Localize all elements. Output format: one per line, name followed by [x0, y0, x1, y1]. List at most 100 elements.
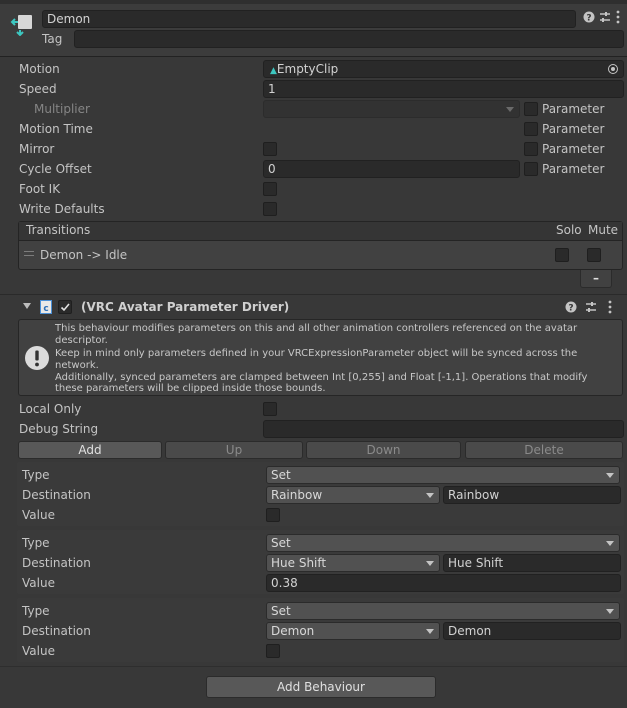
entry-2-destination-field[interactable]: Hue Shift: [443, 554, 621, 572]
motion-field[interactable]: ▲EmptyClip: [263, 60, 624, 78]
presets-icon[interactable]: [599, 11, 611, 26]
header-divider: [0, 56, 627, 57]
driver-header[interactable]: c (VRC Avatar Parameter Driver) ?: [18, 297, 623, 317]
info-line-2: Keep in mind only parameters defined in …: [55, 348, 578, 371]
driver-menu-icon[interactable]: [608, 300, 612, 317]
debug-string-field[interactable]: [263, 420, 624, 438]
svg-text:?: ?: [568, 304, 573, 314]
mirror-parameter-label: Parameter: [542, 142, 605, 156]
entry-1-destination-dropdown[interactable]: Rainbow: [266, 486, 440, 504]
multiplier-dropdown: [263, 100, 520, 118]
transitions-header: [19, 222, 622, 241]
object-picker-icon[interactable]: [607, 63, 619, 77]
tag-field[interactable]: [74, 30, 624, 48]
animation-clip-icon: ▲: [270, 66, 277, 76]
mirror-checkbox[interactable]: [263, 142, 277, 156]
driver-title: (VRC Avatar Parameter Driver): [81, 300, 290, 314]
cycle-offset-parameter-checkbox[interactable]: [524, 162, 538, 176]
entry-2-type-label: Type: [22, 536, 50, 550]
motion-value: EmptyClip: [276, 62, 339, 76]
chevron-down-icon: [506, 107, 514, 112]
chevron-down-icon: [426, 493, 434, 498]
transition-label: Demon -> Idle: [40, 248, 128, 262]
state-name-field[interactable]: Demon: [42, 10, 576, 28]
entry-2-value-label: Value: [22, 576, 55, 590]
section-divider: [0, 294, 627, 295]
multiplier-parameter-label: Parameter: [542, 102, 605, 116]
entry-1-destination-value: Rainbow: [271, 488, 323, 502]
motion-time-label: Motion Time: [19, 122, 93, 136]
driver-presets-icon[interactable]: [585, 301, 597, 316]
motion-time-parameter-label: Parameter: [542, 122, 605, 136]
entry-3-type-dropdown[interactable]: Set: [266, 602, 620, 620]
multiplier-parameter-checkbox[interactable]: [524, 102, 538, 116]
entry-2-type-dropdown[interactable]: Set: [266, 534, 620, 552]
svg-text:c: c: [43, 304, 48, 314]
multiplier-label: Multiplier: [34, 102, 90, 116]
transition-row[interactable]: Demon -> Idle: [19, 242, 622, 268]
entry-3-destination-dropdown[interactable]: Demon: [266, 622, 440, 640]
info-line-1: This behaviour modifies parameters on th…: [55, 323, 578, 346]
mirror-parameter-checkbox[interactable]: [524, 142, 538, 156]
entry-2-destination-label: Destination: [22, 556, 91, 570]
delete-button[interactable]: Delete: [465, 441, 623, 459]
debug-string-label: Debug String: [19, 422, 99, 436]
transition-solo-checkbox[interactable]: [555, 248, 569, 262]
transition-mute-checkbox[interactable]: [587, 248, 601, 262]
chevron-down-icon: [606, 473, 614, 478]
mirror-label: Mirror: [19, 142, 55, 156]
add-button[interactable]: Add: [18, 441, 162, 459]
enable-checkbox[interactable]: [58, 300, 72, 314]
entry-2-value-field[interactable]: 0.38: [266, 574, 621, 592]
entry-1-value-checkbox[interactable]: [266, 508, 280, 522]
speed-field[interactable]: 1: [263, 80, 624, 98]
motion-label: Motion: [19, 62, 60, 76]
tag-label: Tag: [42, 32, 63, 46]
entry-3-value-label: Value: [22, 644, 55, 658]
solo-header-label: Solo: [556, 223, 582, 237]
top-tab-strip: [0, 0, 627, 4]
entry-1-type-dropdown[interactable]: Set: [266, 466, 620, 484]
entry-3-destination-label: Destination: [22, 624, 91, 638]
chevron-down-icon: [606, 609, 614, 614]
entry-2-type-value: Set: [271, 536, 291, 550]
up-button[interactable]: Up: [165, 441, 303, 459]
footer-divider: [0, 666, 627, 667]
remove-transition-button[interactable]: –: [580, 270, 612, 288]
entry-2-destination-dropdown[interactable]: Hue Shift: [266, 554, 440, 572]
entry-3-value-checkbox[interactable]: [266, 644, 280, 658]
entry-3-destination-field[interactable]: Demon: [443, 622, 621, 640]
chevron-down-icon: [606, 541, 614, 546]
local-only-label: Local Only: [19, 402, 82, 416]
entry-3-type-value: Set: [271, 604, 291, 618]
driver-help-icon[interactable]: ?: [565, 301, 577, 316]
entry-3-type-label: Type: [22, 604, 50, 618]
write-defaults-checkbox[interactable]: [263, 202, 277, 216]
write-defaults-label: Write Defaults: [19, 202, 105, 216]
chevron-down-icon: [426, 561, 434, 566]
entry-1-value-label: Value: [22, 508, 55, 522]
mute-header-label: Mute: [588, 223, 619, 237]
info-icon: [24, 345, 50, 374]
svg-text:?: ?: [586, 14, 591, 24]
add-behaviour-button[interactable]: Add Behaviour: [206, 676, 436, 698]
script-icon: c: [40, 300, 53, 317]
entry-1-destination-label: Destination: [22, 488, 91, 502]
drag-handle-icon[interactable]: [24, 251, 34, 256]
entry-3-destination-value: Demon: [271, 624, 315, 638]
menu-icon[interactable]: [616, 10, 620, 27]
info-box: This behaviour modifies parameters on th…: [18, 319, 623, 396]
entry-1-destination-field[interactable]: Rainbow: [443, 486, 621, 504]
local-only-checkbox[interactable]: [263, 402, 277, 416]
help-icon[interactable]: ?: [583, 11, 595, 26]
motion-time-parameter-checkbox[interactable]: [524, 122, 538, 136]
foot-ik-label: Foot IK: [19, 182, 61, 196]
entry-2-destination-value: Hue Shift: [271, 556, 327, 570]
transitions-header-label: Transitions: [26, 223, 91, 237]
entry-1-type-label: Type: [22, 468, 50, 482]
foot-ik-checkbox[interactable]: [263, 182, 277, 196]
cycle-offset-field[interactable]: 0: [263, 160, 520, 178]
down-button[interactable]: Down: [306, 441, 461, 459]
cycle-offset-label: Cycle Offset: [19, 162, 92, 176]
foldout-arrow-icon[interactable]: [23, 303, 31, 309]
